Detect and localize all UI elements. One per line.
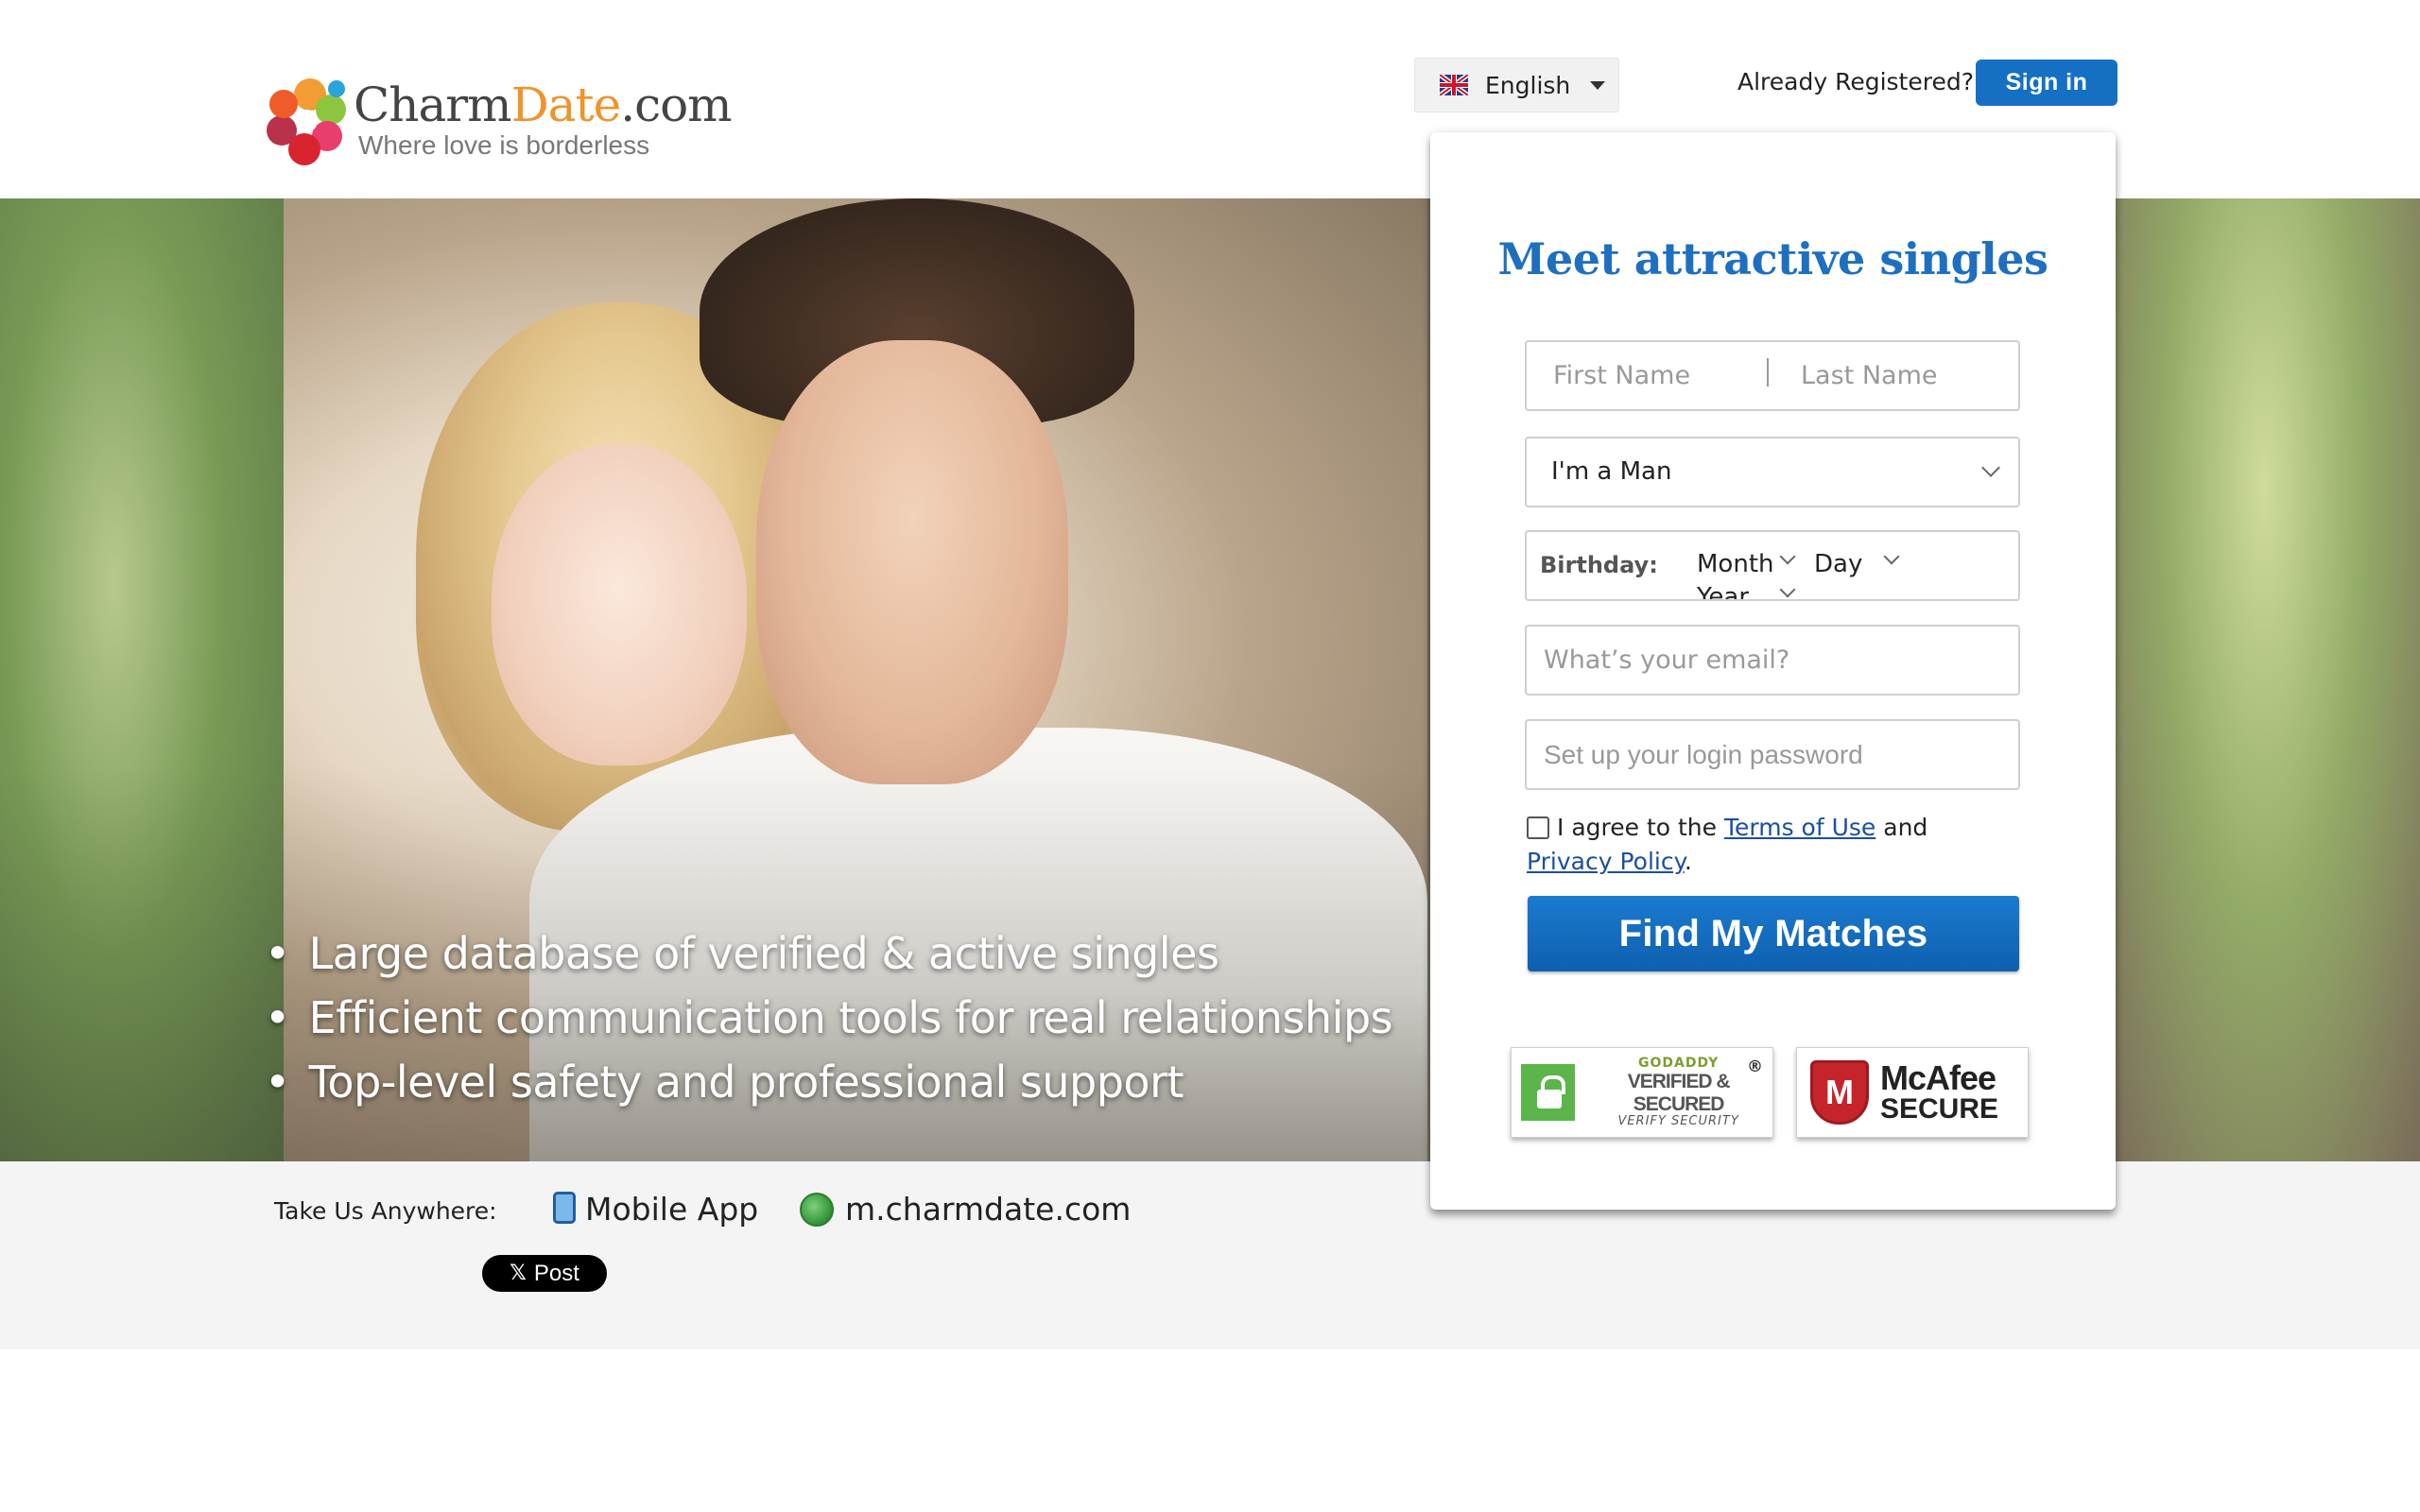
godaddy-verified-badge[interactable]: GODADDY VERIFIED & SECURED VERIFY SECURI… [1511, 1047, 1773, 1138]
site-logo[interactable]: CharmDate.com Where love is borderless [265, 72, 733, 171]
caret-down-icon [1590, 80, 1605, 90]
godaddy-badge-text: GODADDY VERIFIED & SECURED VERIFY SECURI… [1617, 1056, 1739, 1128]
language-selector[interactable]: English [1414, 58, 1619, 112]
birthday-field: Birthday: Month Day Year [1525, 530, 2020, 601]
x-logo-icon: 𝕏 [510, 1262, 527, 1285]
page: CharmDate.com Where love is borderless E… [0, 0, 2420, 1512]
mobile-phone-icon[interactable] [553, 1192, 576, 1224]
uk-flag-icon [1440, 75, 1468, 95]
chevron-down-icon [1883, 548, 1900, 565]
registered-mark: ® [1747, 1057, 1763, 1076]
feature-bullet: Large database of verified & active sing… [265, 921, 1392, 986]
birth-year-select[interactable]: Year [1697, 583, 1749, 599]
hero-photo-woman-face [492, 444, 747, 765]
name-divider [1767, 358, 1769, 387]
first-name-input[interactable]: First Name [1553, 361, 1690, 390]
take-us-anywhere-label: Take Us Anywhere: [274, 1197, 497, 1225]
lock-icon [1521, 1064, 1576, 1121]
form-title: Meet attractive singles [1497, 233, 2048, 284]
logo-flower-icon [267, 78, 346, 165]
globe-icon[interactable] [800, 1193, 834, 1227]
sign-in-button[interactable]: Sign in [1976, 60, 2118, 106]
feature-bullets: Large database of verified & active sing… [265, 921, 1393, 1114]
mobile-site-link[interactable]: m.charmdate.com [845, 1191, 1131, 1228]
mcafee-secure-badge[interactable]: M McAfee SECURE [1796, 1047, 2029, 1138]
chevron-down-icon [1779, 581, 1796, 598]
x-post-button[interactable]: 𝕏 Post [482, 1255, 607, 1292]
hero-background-right [2108, 198, 2420, 1161]
privacy-policy-link[interactable]: Privacy Policy [1527, 848, 1685, 875]
password-input[interactable]: Set up your login password [1525, 719, 2020, 790]
email-placeholder: What’s your email? [1544, 645, 1790, 675]
email-input[interactable]: What’s your email? [1525, 625, 2020, 696]
last-name-input[interactable]: Last Name [1801, 361, 1937, 390]
find-my-matches-button[interactable]: Find My Matches [1528, 896, 2019, 971]
feature-bullet: Top-level safety and professional suppor… [265, 1050, 1392, 1114]
birth-day-select[interactable]: Day [1814, 550, 1862, 578]
name-field-group: First Name Last Name [1525, 340, 2020, 411]
gender-select[interactable]: I'm a Man [1525, 437, 2020, 507]
mcafee-shield-icon: M [1810, 1060, 1869, 1125]
gender-value: I'm a Man [1551, 457, 1672, 486]
mcafee-badge-text: McAfee SECURE [1880, 1058, 1999, 1125]
terms-checkbox[interactable] [1527, 816, 1549, 839]
chevron-down-icon [1981, 458, 2000, 477]
logo-tagline: Where love is borderless [358, 130, 650, 160]
logo-wordmark: CharmDate.com [354, 77, 733, 132]
already-registered-text: Already Registered? [1737, 68, 1974, 95]
language-label: English [1485, 71, 1571, 99]
post-label: Post [533, 1260, 579, 1286]
birth-month-select[interactable]: Month [1697, 550, 1774, 578]
mobile-app-link[interactable]: Mobile App [585, 1191, 758, 1228]
birthday-label: Birthday: [1540, 552, 1658, 578]
terms-of-use-link[interactable]: Terms of Use [1724, 814, 1876, 841]
terms-agreement: I agree to the Terms of Use and Privacy … [1527, 814, 1928, 875]
hero-photo-man-face [756, 340, 1068, 784]
feature-bullet: Efficient communication tools for real r… [265, 986, 1393, 1050]
signup-form-card: Meet attractive singles First Name Last … [1430, 132, 2116, 1210]
password-placeholder: Set up your login password [1544, 740, 1863, 769]
chevron-down-icon [1779, 548, 1796, 565]
